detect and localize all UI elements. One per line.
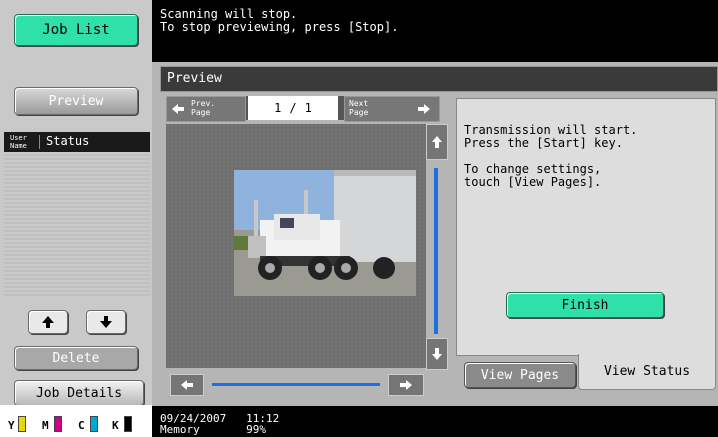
arrow-up-icon	[432, 136, 442, 148]
arrow-up-icon	[42, 316, 54, 328]
page-total: 1	[304, 101, 312, 115]
page-number: 1 / 1	[248, 96, 338, 120]
date-memory-status: 09/24/2007 11:12 Memory 99%	[160, 412, 280, 436]
status-instructions: Transmission will start. Press the [Star…	[464, 123, 638, 189]
arrow-right-icon	[400, 380, 412, 390]
page-separator: /	[289, 101, 297, 115]
horizontal-scrollbar[interactable]	[166, 372, 426, 396]
toner-m-bar	[54, 416, 62, 432]
tab-view-pages[interactable]: View Pages	[464, 362, 576, 388]
toner-k-bar	[124, 416, 132, 432]
prev-page-label: Prev. Page	[191, 99, 216, 117]
preview-title: Preview	[160, 66, 718, 92]
column-separator	[39, 135, 40, 149]
prev-page-button[interactable]: Prev. Page	[166, 96, 246, 122]
status-column: Status	[46, 134, 90, 148]
toner-m-label: M	[42, 419, 49, 432]
job-details-button[interactable]: Job Details	[14, 380, 144, 406]
toner-y-label: Y	[8, 419, 15, 432]
scroll-left-arrow[interactable]	[170, 374, 204, 396]
job-list-header: User Name Status	[4, 132, 150, 152]
horizontal-scroll-thumb[interactable]	[212, 383, 380, 386]
next-page-label: Next Page	[349, 99, 369, 117]
arrow-left-icon	[181, 380, 193, 390]
next-page-button[interactable]: Next Page	[344, 96, 440, 122]
scroll-up-button[interactable]	[28, 310, 68, 334]
status-message: Scanning will stop. To stop previewing, …	[160, 7, 399, 34]
arrow-left-icon	[172, 104, 184, 114]
toner-c-bar	[90, 416, 98, 432]
vertical-scrollbar[interactable]	[426, 124, 448, 370]
preview-button[interactable]: Preview	[14, 87, 138, 115]
scroll-up-arrow[interactable]	[426, 124, 448, 160]
arrow-right-icon	[418, 104, 430, 114]
toner-y-bar	[18, 416, 26, 432]
delete-button[interactable]: Delete	[14, 346, 138, 370]
job-list-button[interactable]: Job List	[14, 14, 138, 46]
finish-button[interactable]: Finish	[506, 292, 664, 318]
toner-c-label: C	[78, 419, 85, 432]
vertical-scroll-thumb[interactable]	[434, 168, 438, 334]
scroll-down-arrow[interactable]	[426, 338, 448, 370]
job-list[interactable]	[4, 152, 150, 298]
page-navigator: Prev. Page 1 / 1 Next Page	[166, 96, 440, 122]
arrow-down-icon	[432, 348, 442, 360]
page-current: 1	[274, 101, 282, 115]
user-name-column: User Name	[10, 134, 27, 150]
preview-image	[234, 170, 416, 296]
toner-levels: Y M C K	[0, 405, 152, 437]
arrow-down-icon	[100, 316, 112, 328]
scroll-down-button[interactable]	[86, 310, 126, 334]
toner-k-label: K	[112, 419, 119, 432]
tab-view-status[interactable]: View Status	[578, 354, 716, 390]
scroll-right-arrow[interactable]	[388, 374, 424, 396]
